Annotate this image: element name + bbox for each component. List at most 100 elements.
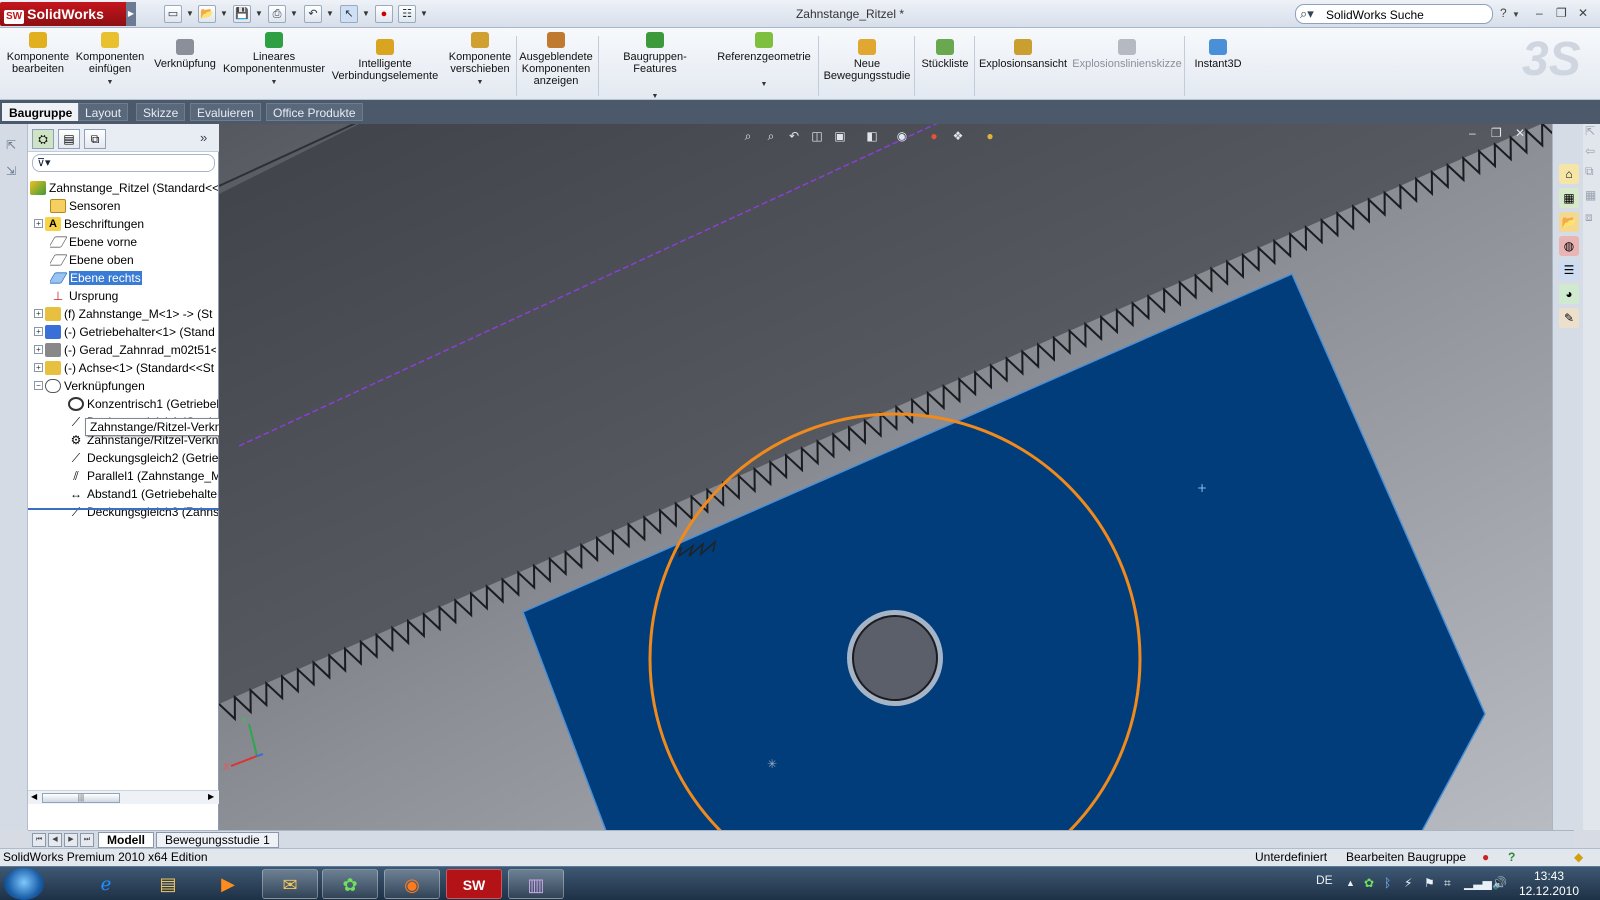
komponente-verschieben-button[interactable]: Komponente verschieben ▼ xyxy=(444,32,516,89)
tab-bewegungsstudie-1[interactable]: Bewegungsstudie 1 xyxy=(156,832,279,848)
new-document-icon[interactable]: ▭ xyxy=(164,5,182,23)
save-dropdown-icon[interactable]: ▼ xyxy=(255,9,263,18)
design-library-icon[interactable]: ▦ xyxy=(1559,188,1579,208)
referenzgeometrie-button[interactable]: Referenzgeometrie ▼ xyxy=(716,32,812,91)
explosionsansicht-button[interactable]: Explosionsansicht xyxy=(978,39,1068,70)
options-dropdown-icon[interactable]: ▼ xyxy=(420,9,428,18)
apply-scene-icon[interactable]: ❖ xyxy=(949,128,967,144)
first-tab-icon[interactable]: ⏮ xyxy=(32,833,46,847)
tray-signal-icon[interactable]: ▁▃▅ xyxy=(1464,876,1492,890)
featuremanager-tab-icon[interactable]: ⛭ xyxy=(32,129,54,149)
help-dropdown-icon[interactable]: ▼ xyxy=(1512,10,1520,19)
configurationmanager-tab-icon[interactable]: ⧉ xyxy=(84,129,106,149)
appearances-scenes-icon[interactable]: ◕ xyxy=(1559,284,1579,304)
help-status-icon[interactable]: ? xyxy=(1508,849,1515,866)
tray-action-center-icon[interactable]: ⚑ xyxy=(1424,876,1435,890)
tree-item-ebene-oben[interactable]: Ebene oben xyxy=(50,250,216,268)
intelligente-verbindungselemente-button[interactable]: Intelligente Verbindungselemente xyxy=(330,39,440,82)
tree-mate-parallel1[interactable]: ⫽ Parallel1 (Zahnstange_M xyxy=(68,466,218,484)
edit-appearance-icon[interactable]: ● xyxy=(925,128,943,144)
propertymanager-tab-icon[interactable]: ▤ xyxy=(58,129,80,149)
options-icon[interactable]: ☷ xyxy=(398,5,416,23)
tray-power-icon[interactable]: ⚡ xyxy=(1404,876,1412,890)
solidworks-logo[interactable]: SW SolidWorks xyxy=(0,2,128,26)
tree-item-verknuepfungen[interactable]: − Verknüpfungen xyxy=(34,376,216,394)
scroll-left-icon[interactable]: ◀ xyxy=(31,792,37,801)
section-view-icon[interactable]: ◫ xyxy=(808,128,826,144)
taskbar-clock[interactable]: 13:43 12.12.2010 xyxy=(1518,869,1580,899)
view-settings-icon[interactable]: ● xyxy=(981,128,999,144)
neue-bewegungsstudie-button[interactable]: Neue Bewegungsstudie xyxy=(822,39,912,82)
file-explorer-taskbar-icon[interactable]: ▤ xyxy=(140,869,196,899)
expand-plus-icon[interactable]: + xyxy=(34,309,43,319)
tree-item-getriebehalter[interactable]: + (-) Getriebehalter<1> (Stand xyxy=(34,322,216,340)
back-icon[interactable]: ⇦ xyxy=(1585,144,1595,158)
expand-plus-icon[interactable]: + xyxy=(34,345,43,355)
dropdown-arrow-icon[interactable]: ▼ xyxy=(74,77,146,89)
lineares-komponentenmuster-button[interactable]: Lineares Komponentenmuster ▼ xyxy=(222,32,326,89)
menu-expand-arrow-icon[interactable]: ▶ xyxy=(126,2,136,26)
display-style-icon[interactable]: ◧ xyxy=(863,128,881,144)
select-pointer-icon[interactable]: ↖ xyxy=(340,5,358,23)
mail-app-icon[interactable]: ✉ xyxy=(262,869,318,899)
rebuild-status-icon[interactable]: ● xyxy=(1482,849,1489,866)
firefox-icon[interactable]: ◉ xyxy=(384,869,440,899)
komponenten-einfuegen-button[interactable]: Komponenten einfügen ▼ xyxy=(74,32,146,89)
previous-view-icon[interactable]: ↶ xyxy=(785,128,803,144)
tab-layout[interactable]: Layout xyxy=(78,103,129,121)
file-explorer-icon[interactable]: 📂 xyxy=(1559,212,1579,232)
view-orientation-icon[interactable]: ▣ xyxy=(831,128,849,144)
last-tab-icon[interactable]: ⏭ xyxy=(80,833,94,847)
tray-bluetooth-icon[interactable]: ᛒ xyxy=(1384,876,1391,890)
internet-explorer-icon[interactable]: ℯ xyxy=(78,869,134,899)
tree-item-ebene-rechts[interactable]: Ebene rechts xyxy=(50,268,216,286)
winrar-icon[interactable]: ▥ xyxy=(508,869,564,899)
tree-mate-konzentrisch1[interactable]: Konzentrisch1 (Getriebeh xyxy=(68,394,218,412)
rollback-bar[interactable] xyxy=(28,508,219,510)
tree-item-zahnstange[interactable]: + (f) Zahnstange_M<1> -> (St xyxy=(34,304,216,322)
dropdown-arrow-icon[interactable]: ▼ xyxy=(222,77,326,89)
expand-plus-icon[interactable]: + xyxy=(34,327,43,337)
solidworks-resources-icon[interactable]: ⌂ xyxy=(1559,164,1579,184)
tree-root-assembly[interactable]: Zahnstange_Ritzel (Standard<< xyxy=(30,178,218,196)
save-icon[interactable]: 💾 xyxy=(233,5,251,23)
undo-dropdown-icon[interactable]: ▼ xyxy=(326,9,334,18)
scrollbar-thumb[interactable]: ||| xyxy=(42,793,120,803)
media-player-icon[interactable]: ▶ xyxy=(200,869,256,899)
copy-icon[interactable]: ⧉ xyxy=(1585,164,1594,179)
open-dropdown-icon[interactable]: ▼ xyxy=(220,9,228,18)
zoom-to-area-icon[interactable]: ⌕ xyxy=(762,128,780,144)
search-results-icon[interactable]: ◍ xyxy=(1559,236,1579,256)
tree-item-ursprung[interactable]: ⊥ Ursprung xyxy=(50,286,216,304)
restore-icon[interactable]: ❐ xyxy=(1556,6,1567,20)
start-button-icon[interactable] xyxy=(4,868,44,900)
collapse-minus-icon[interactable]: − xyxy=(34,381,43,391)
tree-mate-deckungsgleich2[interactable]: ⟋ Deckungsgleich2 (Getrie xyxy=(68,448,218,466)
graphics-viewport[interactable]: + ✳ Y X ⌕ ⌕ ↶ ◫ ▣ ◧ ◉ ● ❖ ● – ❐ ✕ xyxy=(219,124,1574,830)
model-canvas[interactable]: + ✳ Y X xyxy=(219,124,1574,830)
verknuepfung-button[interactable]: Verknüpfung xyxy=(150,39,220,70)
dropdown-arrow-icon[interactable]: ▼ xyxy=(444,77,516,89)
new-dropdown-icon[interactable]: ▼ xyxy=(186,9,194,18)
close-icon[interactable]: ✕ xyxy=(1578,6,1588,20)
pin-icon[interactable]: ⇱ xyxy=(6,138,16,152)
open-folder-icon[interactable]: 📂 xyxy=(198,5,216,23)
rebuild-traffic-light-icon[interactable]: ● xyxy=(375,5,393,23)
minimize-icon[interactable]: – xyxy=(1536,6,1543,20)
undo-icon[interactable]: ↶ xyxy=(304,5,322,23)
expand-plus-icon[interactable]: + xyxy=(34,363,43,373)
tray-expand-icon[interactable]: ▲ xyxy=(1346,878,1355,888)
tab-baugruppe[interactable]: Baugruppe xyxy=(2,103,80,121)
next-tab-icon[interactable]: ▶ xyxy=(64,833,78,847)
expand-panel-icon[interactable]: » xyxy=(200,130,207,145)
dropdown-arrow-icon[interactable]: ▼ xyxy=(716,79,812,91)
tray-icq-icon[interactable]: ✿ xyxy=(1364,876,1374,890)
tag-icon[interactable]: ◆ xyxy=(1574,849,1583,866)
tree-item-beschriftungen[interactable]: + A Beschriftungen xyxy=(34,214,216,232)
custom-properties-icon[interactable]: ✎ xyxy=(1559,308,1579,328)
tree-horizontal-scrollbar[interactable]: ◀ ||| ▶ xyxy=(28,790,219,804)
prev-tab-icon[interactable]: ◀ xyxy=(48,833,62,847)
view-palette-icon[interactable]: ☰ xyxy=(1559,260,1579,280)
stueckliste-button[interactable]: Stückliste xyxy=(918,39,972,70)
tree-mate-abstand1[interactable]: ↔ Abstand1 (Getriebehalter xyxy=(68,484,218,502)
